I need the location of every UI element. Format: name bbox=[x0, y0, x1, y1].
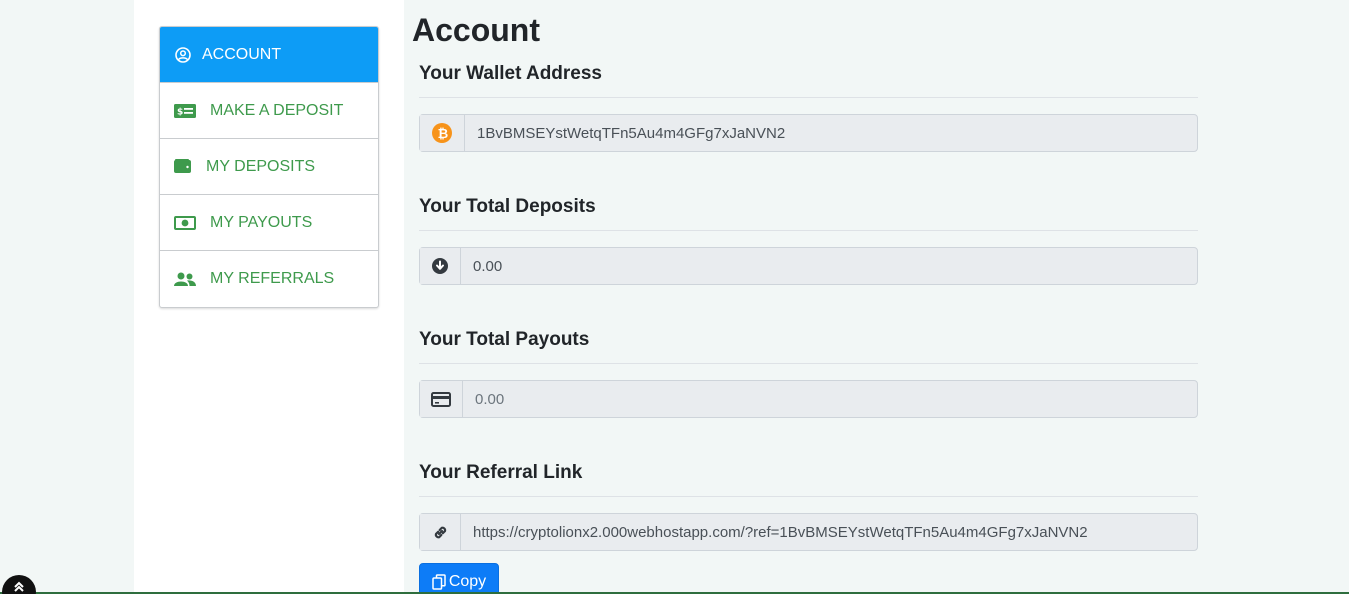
copy-icon bbox=[432, 574, 446, 590]
wallet-section: Your Wallet Address ₿ 1BvBMSEYstWetqTFn5… bbox=[419, 48, 1198, 152]
menu-item-my-referrals[interactable]: MY REFERRALS bbox=[160, 251, 378, 307]
deposits-section: Your Total Deposits 0.00 bbox=[419, 181, 1198, 285]
copy-button-label: Copy bbox=[448, 573, 487, 590]
deposits-heading: Your Total Deposits bbox=[419, 181, 1198, 231]
wallet-heading: Your Wallet Address bbox=[419, 48, 1198, 98]
referral-heading: Your Referral Link bbox=[419, 447, 1198, 497]
wallet-address-input[interactable]: 1BvBMSEYstWetqTFn5Au4m4GFg7xJaNVN2 bbox=[465, 115, 1197, 151]
copy-button[interactable]: Copy bbox=[419, 563, 499, 594]
menu-item-my-payouts[interactable]: MY PAYOUTS bbox=[160, 195, 378, 251]
users-icon bbox=[174, 271, 196, 287]
payouts-field-group: 0.00 bbox=[419, 380, 1198, 418]
total-payouts-input[interactable]: 0.00 bbox=[463, 381, 1197, 417]
menu-item-label: MY PAYOUTS bbox=[210, 213, 313, 231]
menu-item-label: MAKE A DEPOSIT bbox=[210, 101, 344, 119]
menu-item-label: MY REFERRALS bbox=[210, 270, 335, 287]
svg-text:₿: ₿ bbox=[438, 127, 449, 142]
referral-section: Your Referral Link https://cryptolionx2.… bbox=[419, 447, 1198, 594]
sidebar-column: ACCOUNT $ MAKE A DEPOSIT MY DEPOSITS MY … bbox=[134, 0, 404, 594]
arrow-down-circle-icon bbox=[420, 248, 461, 284]
bitcoin-icon: ₿ bbox=[420, 115, 465, 151]
svg-text:$: $ bbox=[177, 107, 183, 117]
account-menu: ACCOUNT $ MAKE A DEPOSIT MY DEPOSITS MY … bbox=[159, 26, 379, 308]
menu-item-label: MY DEPOSITS bbox=[206, 157, 316, 175]
wallet-icon bbox=[174, 159, 192, 175]
payouts-section: Your Total Payouts 0.00 bbox=[419, 314, 1198, 418]
wallet-field-group: ₿ 1BvBMSEYstWetqTFn5Au4m4GFg7xJaNVN2 bbox=[419, 114, 1198, 152]
main-content: Account Your Wallet Address ₿ 1BvBMSEYst… bbox=[412, 0, 1198, 594]
total-deposits-input[interactable]: 0.00 bbox=[461, 248, 1197, 284]
scroll-to-top-button[interactable] bbox=[2, 575, 36, 594]
menu-item-account[interactable]: ACCOUNT bbox=[160, 27, 378, 83]
menu-item-label: ACCOUNT bbox=[202, 45, 282, 63]
referral-link-input[interactable]: https://cryptolionx2.000webhostapp.com/?… bbox=[461, 514, 1197, 550]
referral-field-group: https://cryptolionx2.000webhostapp.com/?… bbox=[419, 513, 1198, 551]
link-icon bbox=[420, 514, 461, 550]
money-note-icon bbox=[174, 215, 196, 231]
deposits-field-group: 0.00 bbox=[419, 247, 1198, 285]
credit-card-icon bbox=[420, 381, 463, 417]
menu-item-my-deposits[interactable]: MY DEPOSITS bbox=[160, 139, 378, 195]
page-title: Account bbox=[412, 12, 540, 48]
menu-item-make-deposit[interactable]: $ MAKE A DEPOSIT bbox=[160, 83, 378, 139]
money-bill-icon: $ bbox=[174, 103, 196, 119]
chevron-up-icon bbox=[14, 581, 24, 592]
payouts-heading: Your Total Payouts bbox=[419, 314, 1198, 364]
user-circle-icon bbox=[174, 46, 192, 63]
